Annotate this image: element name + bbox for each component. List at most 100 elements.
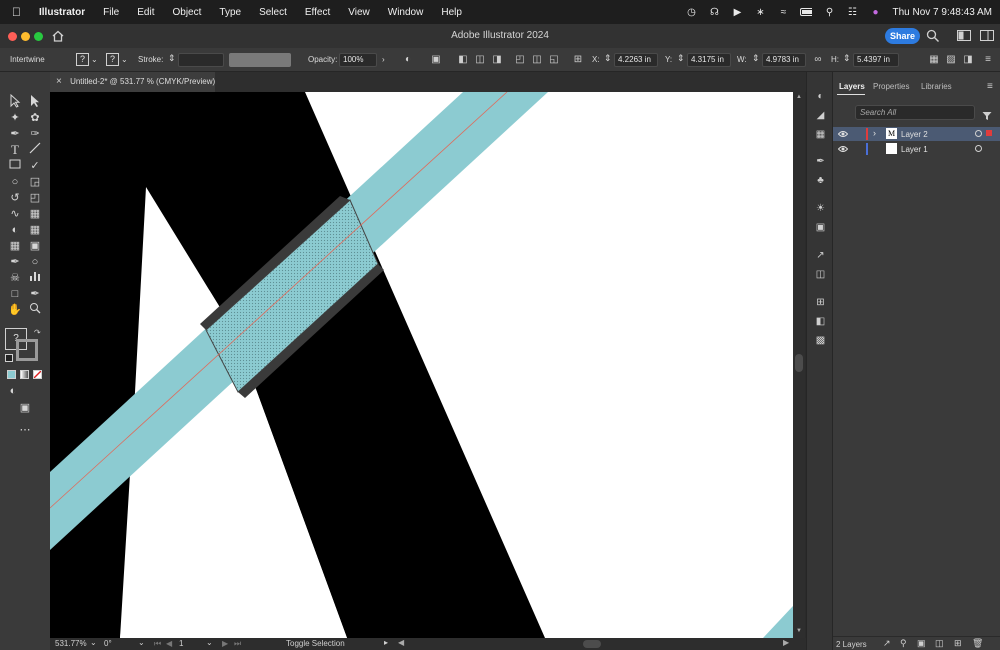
eyedropper-tool-icon[interactable]: ✒ — [7, 254, 23, 270]
fill-dropdown-chevron-icon[interactable]: ⌄ — [91, 55, 98, 64]
visibility-eye-icon[interactable] — [837, 130, 849, 140]
new-layer-icon[interactable]: ⊞ — [954, 638, 962, 649]
y-stepper-icon[interactable]: ⇕ — [677, 53, 685, 64]
constrain-proportions-link-icon[interactable]: ∞ — [812, 54, 824, 66]
h-stepper-icon[interactable]: ⇕ — [843, 53, 851, 64]
document-tab[interactable]: × Untitled-2* @ 531.77 % (CMYK/Preview) — [50, 72, 215, 92]
zoom-level-select[interactable]: 531.77% — [55, 639, 87, 648]
align-horizontal-center-icon[interactable]: ◫ — [474, 54, 486, 66]
control-bar-menu-icon[interactable]: ≡ — [982, 54, 994, 66]
shape-builder-tool-icon[interactable]: ◐ — [7, 222, 23, 238]
time-machine-icon[interactable]: ◷ — [685, 7, 697, 18]
locate-object-icon[interactable]: ⚲ — [900, 638, 907, 649]
slice-tool-icon[interactable]: ✒ — [27, 286, 43, 302]
direct-selection-tool-icon[interactable] — [27, 94, 43, 110]
lasso-tool-icon[interactable]: ✿ — [27, 110, 43, 126]
align-top-icon[interactable]: ◰ — [514, 54, 526, 66]
selection-tool-icon[interactable] — [7, 93, 23, 110]
share-button[interactable]: Share — [885, 28, 920, 44]
close-tab-icon[interactable]: × — [56, 76, 62, 87]
rectangle-tool-icon[interactable] — [7, 158, 23, 174]
selection-indicator-icon[interactable] — [986, 130, 992, 136]
clipping-mask-icon[interactable]: ▣ — [917, 638, 926, 649]
menu-window[interactable]: Window — [379, 7, 433, 18]
bluetooth-icon[interactable]: ∗ — [754, 7, 766, 18]
x-position-input[interactable]: 4.2263 in — [614, 53, 658, 67]
recolor-artwork-icon[interactable]: ◐ — [402, 54, 414, 66]
menu-effect[interactable]: Effect — [296, 7, 339, 18]
perspective-grid-tool-icon[interactable]: ▦ — [27, 222, 43, 238]
vertical-scroll-down-icon[interactable]: ▼ — [796, 628, 802, 634]
menu-edit[interactable]: Edit — [128, 7, 163, 18]
play-icon[interactable]: ▶ — [731, 7, 743, 18]
battery-icon[interactable] — [800, 7, 813, 17]
tab-libraries[interactable]: Libraries — [921, 82, 952, 91]
layer-row-layer-2[interactable]: › M Layer 2 — [833, 127, 1000, 141]
artboards-panel-icon[interactable]: ◫ — [814, 268, 827, 281]
color-guide-icon[interactable]: ◢ — [814, 109, 827, 122]
fill-question-icon[interactable]: ? — [76, 53, 89, 66]
layer-name[interactable]: Layer 2 — [901, 130, 928, 139]
search-icon[interactable] — [926, 29, 940, 43]
apple-icon[interactable]:  — [0, 5, 30, 19]
type-tool-icon[interactable]: T — [7, 142, 23, 158]
transform-panel-icon[interactable]: ⊞ — [814, 296, 827, 309]
delete-layer-icon[interactable]: 🗑 — [972, 638, 983, 649]
artboard-canvas[interactable] — [50, 92, 793, 638]
draw-mode-icon[interactable]: ◐ — [5, 383, 21, 399]
align-vertical-center-icon[interactable]: ◫ — [531, 54, 543, 66]
line-segment-tool-icon[interactable] — [27, 142, 43, 158]
tab-layers[interactable]: Layers — [839, 82, 865, 91]
workspace-switcher-icon[interactable] — [980, 30, 994, 42]
first-artboard-icon[interactable]: ⏮ — [154, 639, 161, 649]
tab-properties[interactable]: Properties — [873, 82, 909, 91]
app-menu[interactable]: Illustrator — [30, 7, 94, 18]
status-menu-arrow-icon[interactable]: ▸ — [384, 638, 388, 647]
paintbrush-tool-icon[interactable]: ✓ — [27, 158, 43, 174]
panel-menu-icon[interactable]: ≡ — [987, 81, 993, 92]
rotation-dropdown-chevron-icon[interactable]: ⌄ — [138, 638, 145, 647]
stroke-swatch-icon[interactable] — [16, 339, 38, 361]
control-center-icon[interactable]: ☷ — [846, 7, 858, 18]
appearance-panel-icon[interactable]: ☀ — [814, 202, 827, 215]
align-to-selection-icon[interactable]: ▣ — [430, 54, 442, 66]
arrange-documents-icon[interactable] — [957, 30, 971, 42]
artboard-dropdown-chevron-icon[interactable]: ⌄ — [206, 638, 213, 647]
rotate-tool-icon[interactable]: ↺ — [7, 190, 23, 206]
isolate-group-icon[interactable]: ▦ — [928, 54, 940, 66]
blend-tool-icon[interactable]: ○ — [27, 254, 43, 270]
next-artboard-icon[interactable]: ▶ — [222, 639, 228, 648]
filter-icon[interactable] — [982, 108, 992, 120]
menu-view[interactable]: View — [339, 7, 379, 18]
new-sublayer-icon[interactable]: ◫ — [935, 638, 944, 649]
wifi-icon[interactable]: ≈ — [777, 7, 789, 18]
previous-artboard-icon[interactable]: ◀ — [166, 639, 172, 648]
magic-wand-tool-icon[interactable]: ✦ — [7, 110, 23, 126]
gradient-tool-icon[interactable]: ▣ — [27, 238, 43, 254]
rotation-select[interactable]: 0° — [104, 639, 112, 648]
horizontal-scroll-right-icon[interactable]: ▶ — [783, 638, 789, 647]
spotlight-icon[interactable]: ⚲ — [823, 7, 835, 18]
color-mode-icon[interactable] — [7, 370, 16, 379]
export-panel-icon[interactable]: ↗ — [814, 249, 827, 262]
expand-layer-chevron-icon[interactable]: › — [873, 128, 876, 138]
eraser-tool-icon[interactable]: ◲ — [27, 174, 43, 190]
siri-icon[interactable]: ● — [869, 7, 881, 18]
mesh-tool-icon[interactable]: ▦ — [7, 238, 23, 254]
align-left-icon[interactable]: ◧ — [457, 54, 469, 66]
current-tool-status[interactable]: Toggle Selection — [286, 639, 345, 648]
vertical-scroll-thumb[interactable] — [795, 354, 803, 372]
target-circle-icon[interactable] — [975, 130, 982, 137]
brushes-panel-icon[interactable]: ✒ — [814, 155, 827, 168]
symbols-panel-icon[interactable]: ♣ — [814, 174, 827, 187]
layers-search-input[interactable]: Search All — [855, 105, 975, 120]
column-graph-tool-icon[interactable] — [27, 270, 43, 286]
align-right-icon[interactable]: ◨ — [491, 54, 503, 66]
headphones-icon[interactable]: ☊ — [708, 7, 720, 18]
target-circle-icon[interactable] — [975, 145, 982, 152]
stroke-weight-stepper-icon[interactable]: ⇕ — [168, 53, 176, 64]
layer-row-layer-1[interactable]: Layer 1 — [833, 142, 1000, 156]
artboard-number-select[interactable]: 1 — [179, 639, 183, 648]
height-input[interactable]: 5.4397 in — [853, 53, 899, 67]
arrange-objects-icon[interactable]: ◨ — [962, 54, 974, 66]
